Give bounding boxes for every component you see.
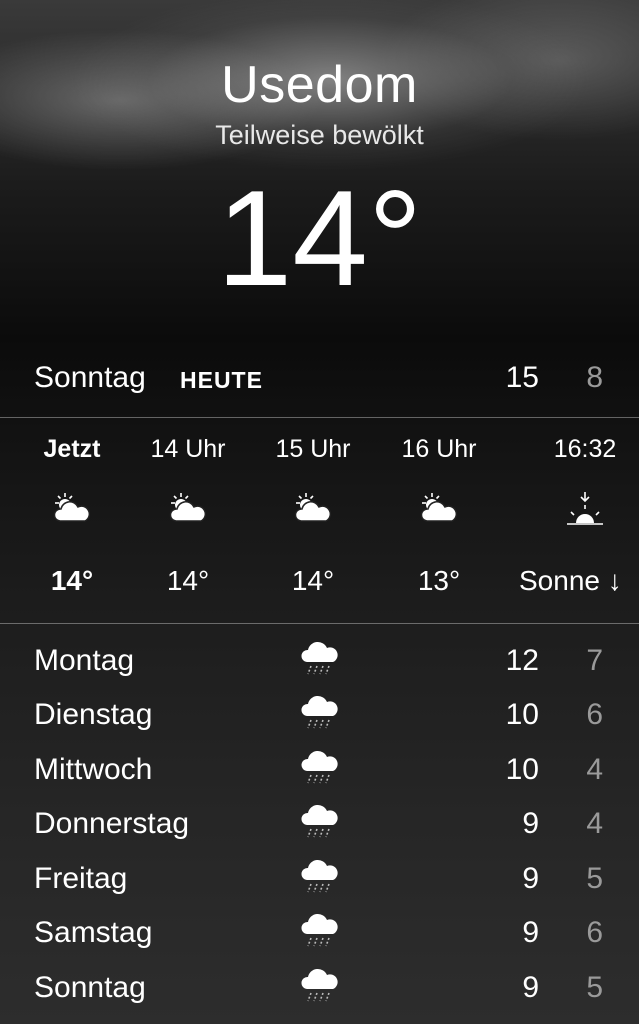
day-high-temp: 9 [522, 916, 539, 949]
day-high-temp: 9 [522, 807, 539, 840]
list-item: Freitag 9 5 [0, 856, 639, 906]
day-name: Sonntag [34, 971, 146, 1004]
day-high-temp: 10 [505, 753, 539, 786]
rain-cloud-icon [298, 801, 342, 845]
list-item: Dienstag 10 6 [0, 692, 639, 742]
day-high-temp: 9 [522, 862, 539, 895]
rain-cloud-icon [298, 747, 342, 791]
day-low-temp: 5 [586, 971, 603, 1004]
day-high-temp: 10 [505, 698, 539, 731]
day-name: Dienstag [34, 698, 153, 731]
day-name: Freitag [34, 862, 128, 895]
day-name: Samstag [34, 916, 153, 949]
rain-cloud-icon [298, 638, 342, 682]
day-low-temp: 6 [586, 698, 603, 731]
rain-cloud-icon [298, 910, 342, 954]
rain-cloud-icon [298, 692, 342, 736]
rain-cloud-icon [298, 965, 342, 1009]
list-item: Sonntag 9 5 [0, 965, 639, 1015]
day-low-temp: 7 [586, 644, 603, 677]
day-name: Mittwoch [34, 753, 153, 786]
day-low-temp: 6 [586, 916, 603, 949]
day-high-temp: 9 [522, 971, 539, 1004]
list-item: Samstag 9 6 [0, 910, 639, 960]
day-name: Donnerstag [34, 807, 190, 840]
list-item: Donnerstag 9 4 [0, 801, 639, 851]
list-item: Mittwoch 10 4 [0, 747, 639, 797]
day-high-temp: 12 [505, 644, 539, 677]
daily-forecast-list[interactable]: Montag 12 7 Dienstag 10 6 Mittwoch 10 4 … [0, 0, 639, 1024]
rain-cloud-icon [298, 856, 342, 900]
day-low-temp: 4 [586, 807, 603, 840]
day-name: Montag [34, 644, 135, 677]
day-low-temp: 5 [586, 862, 603, 895]
list-item: Montag 12 7 [0, 638, 639, 688]
day-low-temp: 4 [586, 753, 603, 786]
